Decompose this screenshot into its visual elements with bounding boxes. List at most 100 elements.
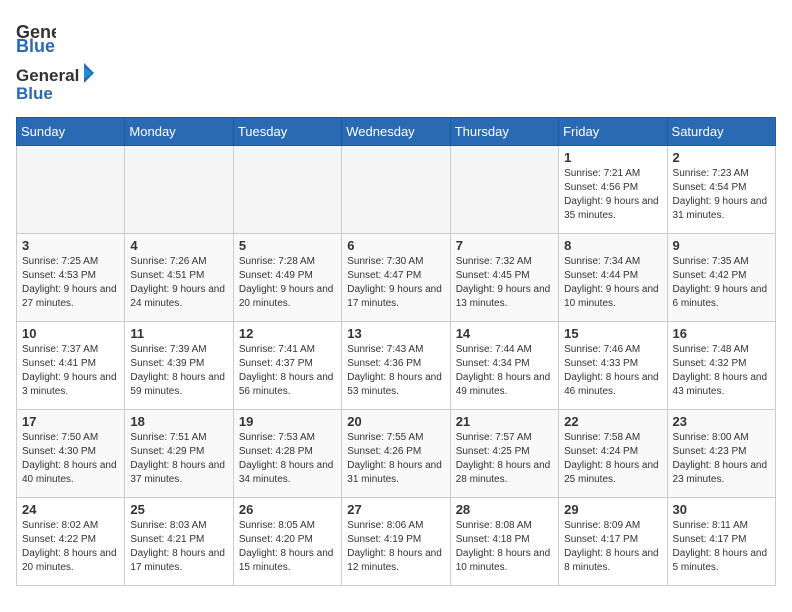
day-number: 25 xyxy=(130,502,227,517)
weekday-header-wednesday: Wednesday xyxy=(342,118,450,146)
calendar-week-4: 24 Sunrise: 8:02 AMSunset: 4:22 PMDayligh… xyxy=(17,498,776,586)
day-number: 7 xyxy=(456,238,553,253)
calendar-cell-28: 28 Sunrise: 8:08 AMSunset: 4:18 PMDayligh… xyxy=(450,498,558,586)
weekday-header-sunday: Sunday xyxy=(17,118,125,146)
day-info: Sunrise: 7:32 AMSunset: 4:45 PMDaylight:… xyxy=(456,255,553,311)
day-number: 30 xyxy=(673,502,770,517)
day-number: 18 xyxy=(130,414,227,429)
day-number: 2 xyxy=(673,150,770,165)
calendar-cell-8: 8 Sunrise: 7:34 AMSunset: 4:44 PMDaylight… xyxy=(559,234,667,322)
calendar-cell-22: 22Sunrise: 7:58 AMSunset: 4:24 PMDayligh… xyxy=(559,410,667,498)
calendar-cell-14: 14 Sunrise: 7:44 AMSunset: 4:34 PMDayligh… xyxy=(450,322,558,410)
day-info: Sunrise: 7:41 AMSunset: 4:37 PMDaylight:… xyxy=(239,343,336,399)
day-info: Sunrise: 7:34 AMSunset: 4:44 PMDaylight:… xyxy=(564,255,661,311)
day-number: 13 xyxy=(347,326,444,341)
day-number: 26 xyxy=(239,502,336,517)
day-number: 23 xyxy=(673,414,770,429)
calendar-week-2: 10 Sunrise: 7:37 AMSunset: 4:41 PMDayligh… xyxy=(17,322,776,410)
day-info: Sunrise: 7:53 AMSunset: 4:28 PMDaylight:… xyxy=(239,431,336,487)
day-number: 28 xyxy=(456,502,553,517)
logo-icon: General Blue xyxy=(16,16,56,61)
day-number: 27 xyxy=(347,502,444,517)
day-number: 16 xyxy=(673,326,770,341)
day-info: Sunrise: 7:43 AMSunset: 4:36 PMDaylight:… xyxy=(347,343,444,399)
day-info: Sunrise: 8:08 AMSunset: 4:18 PMDaylight:… xyxy=(456,519,553,575)
calendar-header-row: SundayMondayTuesdayWednesdayThursdayFrid… xyxy=(17,118,776,146)
day-info: Sunrise: 8:03 AMSunset: 4:21 PMDaylight:… xyxy=(130,519,227,575)
calendar-cell-empty xyxy=(17,146,125,234)
day-info: Sunrise: 8:11 AMSunset: 4:17 PMDaylight:… xyxy=(673,519,770,575)
calendar-cell-21: 21Sunrise: 7:57 AMSunset: 4:25 PMDayligh… xyxy=(450,410,558,498)
logo-svg: General Blue xyxy=(16,61,96,105)
calendar-cell-13: 13 Sunrise: 7:43 AMSunset: 4:36 PMDayligh… xyxy=(342,322,450,410)
day-number: 19 xyxy=(239,414,336,429)
day-number: 20 xyxy=(347,414,444,429)
day-number: 11 xyxy=(130,326,227,341)
calendar-cell-2: 2Sunrise: 7:23 AMSunset: 4:54 PMDaylight… xyxy=(667,146,775,234)
calendar-cell-17: 17 Sunrise: 7:50 AMSunset: 4:30 PMDayligh… xyxy=(17,410,125,498)
calendar-cell-25: 25 Sunrise: 8:03 AMSunset: 4:21 PMDayligh… xyxy=(125,498,233,586)
day-info: Sunrise: 7:58 AMSunset: 4:24 PMDaylight:… xyxy=(564,431,661,487)
day-info: Sunrise: 7:51 AMSunset: 4:29 PMDaylight:… xyxy=(130,431,227,487)
day-number: 10 xyxy=(22,326,119,341)
weekday-header-tuesday: Tuesday xyxy=(233,118,341,146)
calendar-cell-16: 16Sunrise: 7:48 AMSunset: 4:32 PMDayligh… xyxy=(667,322,775,410)
svg-text:Blue: Blue xyxy=(16,36,55,56)
day-info: Sunrise: 7:57 AMSunset: 4:25 PMDaylight:… xyxy=(456,431,553,487)
weekday-header-monday: Monday xyxy=(125,118,233,146)
calendar-cell-15: 15 Sunrise: 7:46 AMSunset: 4:33 PMDayligh… xyxy=(559,322,667,410)
calendar-cell-9: 9 Sunrise: 7:35 AMSunset: 4:42 PMDaylight… xyxy=(667,234,775,322)
calendar-week-1: 3Sunrise: 7:25 AMSunset: 4:53 PMDaylight… xyxy=(17,234,776,322)
page-header: General Blue General Blue xyxy=(16,16,776,105)
calendar-cell-11: 11 Sunrise: 7:39 AMSunset: 4:39 PMDayligh… xyxy=(125,322,233,410)
calendar-week-0: 1 Sunrise: 7:21 AMSunset: 4:56 PMDaylight… xyxy=(17,146,776,234)
calendar-cell-empty xyxy=(342,146,450,234)
calendar-cell-5: 5Sunrise: 7:28 AMSunset: 4:49 PMDaylight… xyxy=(233,234,341,322)
day-info: Sunrise: 8:06 AMSunset: 4:19 PMDaylight:… xyxy=(347,519,444,575)
day-info: Sunrise: 7:55 AMSunset: 4:26 PMDaylight:… xyxy=(347,431,444,487)
day-info: Sunrise: 7:44 AMSunset: 4:34 PMDaylight:… xyxy=(456,343,553,399)
calendar-cell-27: 27 Sunrise: 8:06 AMSunset: 4:19 PMDayligh… xyxy=(342,498,450,586)
calendar-cell-18: 18 Sunrise: 7:51 AMSunset: 4:29 PMDayligh… xyxy=(125,410,233,498)
calendar-cell-30: 30 Sunrise: 8:11 AMSunset: 4:17 PMDayligh… xyxy=(667,498,775,586)
day-number: 17 xyxy=(22,414,119,429)
calendar-week-3: 17 Sunrise: 7:50 AMSunset: 4:30 PMDayligh… xyxy=(17,410,776,498)
day-info: Sunrise: 8:00 AMSunset: 4:23 PMDaylight:… xyxy=(673,431,770,487)
day-info: Sunrise: 7:26 AMSunset: 4:51 PMDaylight:… xyxy=(130,255,227,311)
weekday-header-thursday: Thursday xyxy=(450,118,558,146)
day-number: 4 xyxy=(130,238,227,253)
calendar-cell-20: 20 Sunrise: 7:55 AMSunset: 4:26 PMDayligh… xyxy=(342,410,450,498)
day-info: Sunrise: 7:37 AMSunset: 4:41 PMDaylight:… xyxy=(22,343,119,399)
calendar-cell-29: 29 Sunrise: 8:09 AMSunset: 4:17 PMDayligh… xyxy=(559,498,667,586)
calendar-cell-empty xyxy=(125,146,233,234)
day-info: Sunrise: 7:50 AMSunset: 4:30 PMDaylight:… xyxy=(22,431,119,487)
calendar-cell-4: 4 Sunrise: 7:26 AMSunset: 4:51 PMDaylight… xyxy=(125,234,233,322)
day-number: 29 xyxy=(564,502,661,517)
day-info: Sunrise: 8:09 AMSunset: 4:17 PMDaylight:… xyxy=(564,519,661,575)
calendar-cell-empty xyxy=(233,146,341,234)
day-info: Sunrise: 7:21 AMSunset: 4:56 PMDaylight:… xyxy=(564,167,661,223)
calendar-cell-26: 26Sunrise: 8:05 AMSunset: 4:20 PMDayligh… xyxy=(233,498,341,586)
calendar-cell-1: 1 Sunrise: 7:21 AMSunset: 4:56 PMDaylight… xyxy=(559,146,667,234)
day-number: 14 xyxy=(456,326,553,341)
day-info: Sunrise: 8:02 AMSunset: 4:22 PMDaylight:… xyxy=(22,519,119,575)
day-info: Sunrise: 7:46 AMSunset: 4:33 PMDaylight:… xyxy=(564,343,661,399)
day-number: 5 xyxy=(239,238,336,253)
calendar-cell-6: 6Sunrise: 7:30 AMSunset: 4:47 PMDaylight… xyxy=(342,234,450,322)
svg-text:General: General xyxy=(16,66,79,85)
calendar-cell-3: 3Sunrise: 7:25 AMSunset: 4:53 PMDaylight… xyxy=(17,234,125,322)
calendar-cell-10: 10 Sunrise: 7:37 AMSunset: 4:41 PMDayligh… xyxy=(17,322,125,410)
calendar-cell-24: 24 Sunrise: 8:02 AMSunset: 4:22 PMDayligh… xyxy=(17,498,125,586)
day-number: 24 xyxy=(22,502,119,517)
day-number: 6 xyxy=(347,238,444,253)
weekday-header-friday: Friday xyxy=(559,118,667,146)
day-info: Sunrise: 7:39 AMSunset: 4:39 PMDaylight:… xyxy=(130,343,227,399)
weekday-header-saturday: Saturday xyxy=(667,118,775,146)
logo: General Blue General Blue xyxy=(16,16,96,105)
day-number: 15 xyxy=(564,326,661,341)
day-number: 8 xyxy=(564,238,661,253)
day-info: Sunrise: 7:35 AMSunset: 4:42 PMDaylight:… xyxy=(673,255,770,311)
day-number: 9 xyxy=(673,238,770,253)
calendar-cell-23: 23 Sunrise: 8:00 AMSunset: 4:23 PMDayligh… xyxy=(667,410,775,498)
day-number: 1 xyxy=(564,150,661,165)
